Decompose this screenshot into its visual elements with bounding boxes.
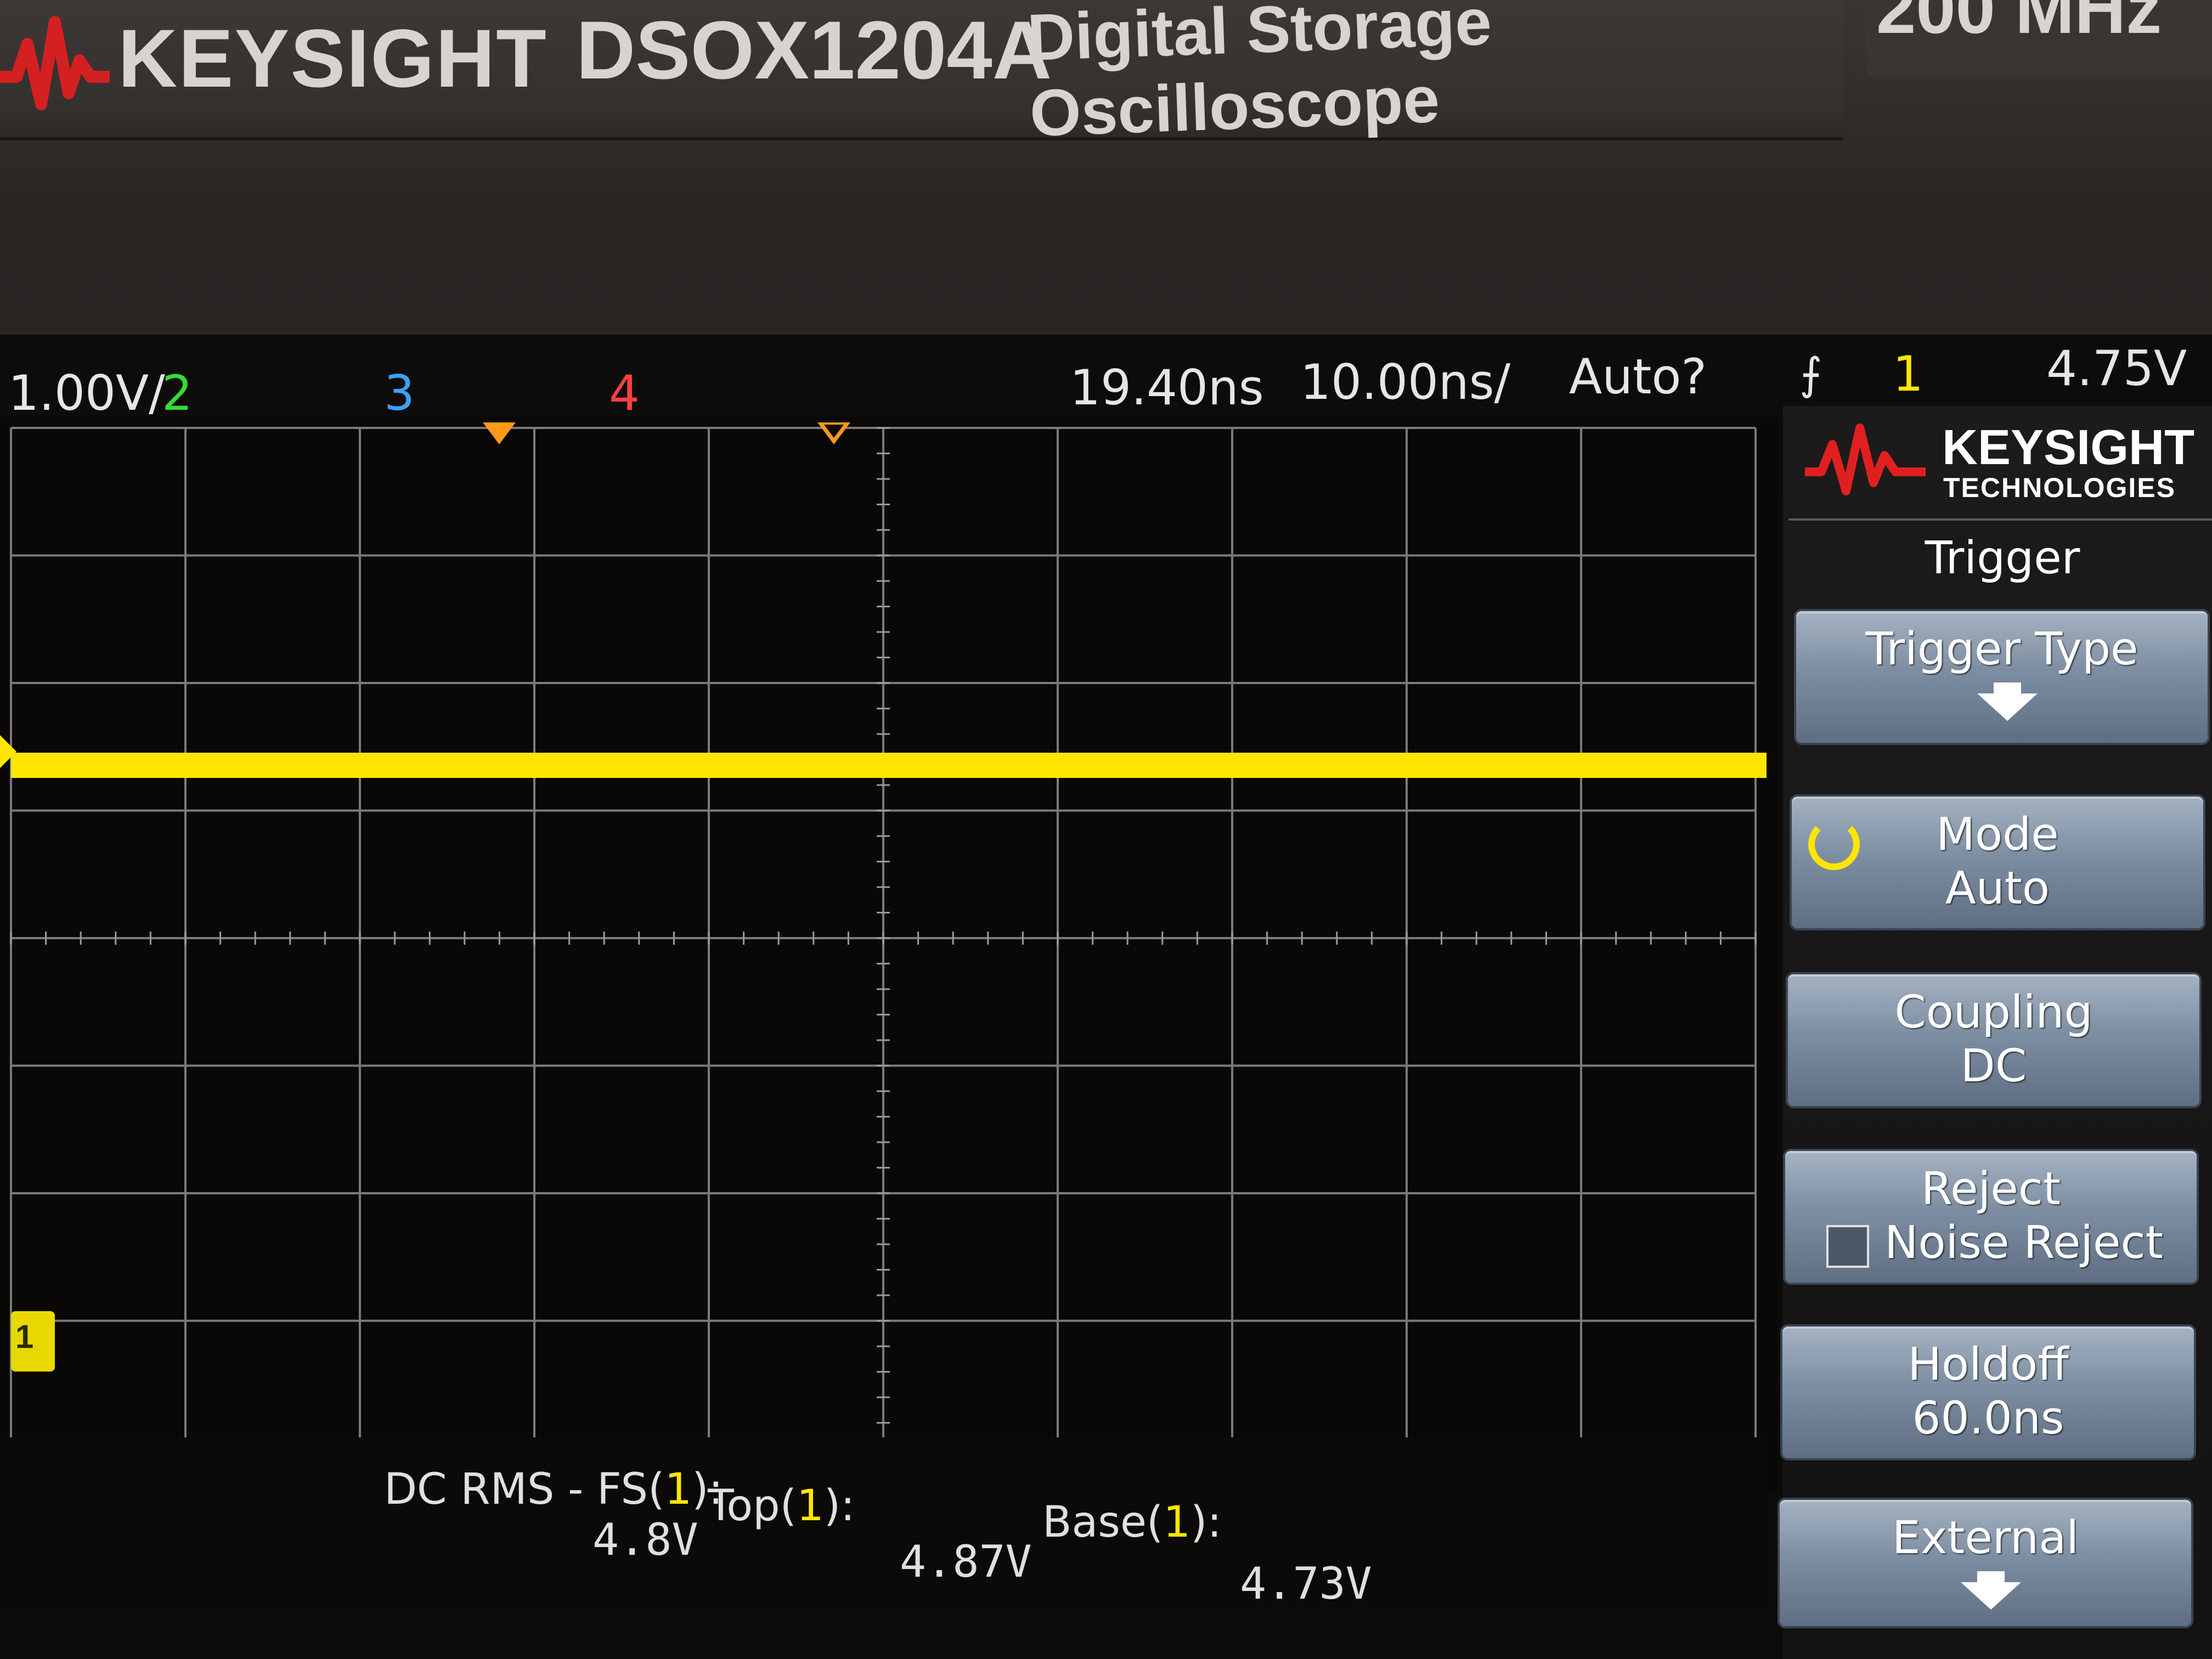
mode-softkey[interactable]: Mode Auto (1790, 794, 2205, 930)
trigger-edge-icon: ⨍ (1799, 348, 1822, 399)
trigger-state: Auto? (1569, 348, 1707, 405)
softkey-value: DC (1960, 1040, 2027, 1092)
model-description: Digital Storage Oscilloscope (1026, 0, 1493, 150)
measurement-bar: DC RMS - FS(1): 4.8V Top(1): 4.87V Base(… (0, 1437, 1767, 1609)
ch1-scale[interactable]: 1.00V/ (8, 365, 165, 421)
reject-softkey[interactable]: Reject Noise Reject (1783, 1149, 2199, 1285)
ch4-label[interactable]: 4 (609, 365, 640, 421)
external-softkey[interactable]: External (1778, 1498, 2193, 1628)
measurement-value: 4.8V (592, 1514, 698, 1565)
coupling-softkey[interactable]: Coupling DC (1786, 972, 2202, 1108)
softkey-label: Holdoff (1908, 1339, 2069, 1391)
ground-marker-label: 1 (15, 1318, 34, 1355)
graticule-grid (10, 427, 1767, 1449)
trigger-type-softkey[interactable]: Trigger Type (1794, 609, 2210, 745)
brand-name: KEYSIGHT (118, 12, 548, 104)
measurement-label: Base(1): (1042, 1498, 1222, 1547)
trigger-level[interactable]: 4.75V (2046, 340, 2187, 397)
holdoff-softkey[interactable]: Holdoff 60.0ns (1780, 1324, 2196, 1460)
bandwidth-panel: 200 MHz (1865, 0, 2212, 77)
trigger-level-marker[interactable] (0, 735, 16, 768)
graticule (0, 417, 1778, 1492)
down-arrow-icon (1977, 693, 2038, 721)
menu-title: Trigger (1925, 532, 2080, 584)
ch1-waveform-trace (11, 753, 1767, 778)
brand-strip: KEYSIGHT DSOX1204A Digital Storage Oscil… (0, 0, 1843, 150)
panel-divider (1788, 518, 2212, 521)
horizontal-delay[interactable]: 19.40ns (1070, 359, 1264, 416)
softkey-label: External (1892, 1512, 2079, 1564)
trigger-source[interactable]: 1 (1893, 346, 1923, 402)
keysight-logo-icon (0, 16, 110, 110)
panel-logo-subtitle: TECHNOLOGIES (1943, 472, 2176, 503)
measurement-value: 4.73V (1240, 1558, 1372, 1609)
softkey-value: 60.0ns (1912, 1392, 2064, 1444)
measurement-label: DC RMS - FS(1): (384, 1465, 723, 1514)
down-arrow-icon (1961, 1582, 2021, 1610)
panel-logo: KEYSIGHT TECHNOLOGIES (1805, 411, 2212, 510)
softkey-label: Trigger Type (1865, 623, 2138, 675)
measurement-value: 4.87V (900, 1536, 1032, 1587)
timebase[interactable]: 10.00ns/ (1300, 354, 1510, 410)
measurement-label: Top(1): (708, 1481, 855, 1531)
ch3-label[interactable]: 3 (384, 365, 415, 421)
softkey-label: Mode (1936, 809, 2059, 861)
softkey-label: Reject (1921, 1163, 2061, 1215)
time-reference-marker (817, 422, 850, 444)
softkey-label: Coupling (1894, 986, 2093, 1039)
model-name: DSOX1204A (576, 4, 1052, 96)
panel-logo-name: KEYSIGHT (1942, 420, 2195, 475)
softkey-value: Noise Reject (1884, 1217, 2163, 1269)
ch2-label[interactable]: 2 (162, 365, 193, 421)
ch1-ground-marker[interactable]: 1 (11, 1311, 55, 1372)
bandwidth-label: 200 MHz (1876, 0, 2162, 48)
trigger-position-marker (483, 422, 516, 444)
softkey-value: Auto (1945, 862, 2050, 915)
keysight-logo-icon (1805, 424, 1926, 495)
